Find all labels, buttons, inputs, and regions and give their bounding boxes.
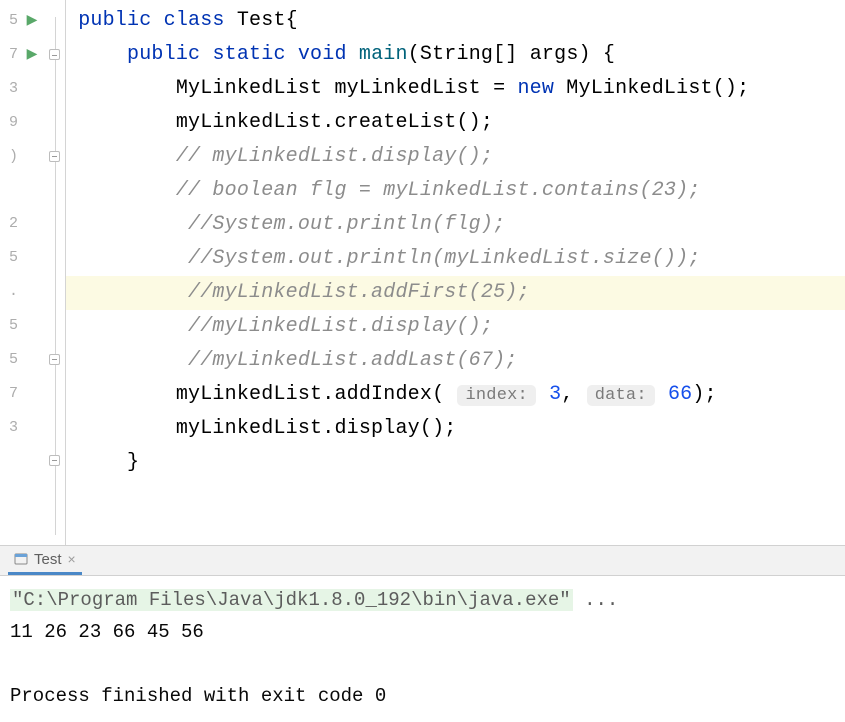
close-icon[interactable]: × xyxy=(68,551,76,567)
code-line[interactable]: //myLinkedList.display(); xyxy=(66,310,845,344)
run-config-icon xyxy=(14,552,28,566)
code-line[interactable] xyxy=(66,480,845,514)
code-line[interactable]: // boolean flg = myLinkedList.contains(2… xyxy=(66,174,845,208)
code-line[interactable]: myLinkedList.addIndex( index: 3, data: 6… xyxy=(66,378,845,412)
code-line[interactable]: //System.out.println(flg); xyxy=(66,208,845,242)
code-content[interactable]: public class Test{ public static void ma… xyxy=(66,0,845,545)
code-line[interactable]: //myLinkedList.addLast(67); xyxy=(66,344,845,378)
code-line-highlighted[interactable]: //myLinkedList.addFirst(25); xyxy=(66,276,845,310)
code-line[interactable]: // myLinkedList.display(); xyxy=(66,140,845,174)
console-exit-message: Process finished with exit code 0 xyxy=(10,680,835,712)
console-command: "C:\Program Files\Java\jdk1.8.0_192\bin\… xyxy=(10,589,573,611)
run-class-icon[interactable]: ▶ xyxy=(27,12,38,29)
code-line[interactable]: } xyxy=(66,446,845,480)
parameter-hint: data: xyxy=(587,385,655,406)
fold-handle-icon[interactable] xyxy=(49,49,60,60)
console-stdout: 11 26 23 66 45 56 xyxy=(10,616,835,648)
fold-handle-icon[interactable] xyxy=(49,151,60,162)
code-line[interactable]: MyLinkedList myLinkedList = new MyLinked… xyxy=(66,72,845,106)
run-method-icon[interactable]: ▶ xyxy=(27,46,38,63)
fold-gutter xyxy=(44,0,66,545)
code-line[interactable]: public static void main(String[] args) { xyxy=(66,38,845,72)
console-output[interactable]: "C:\Program Files\Java\jdk1.8.0_192\bin\… xyxy=(0,576,845,722)
parameter-hint: index: xyxy=(457,385,535,406)
fold-handle-icon[interactable] xyxy=(49,455,60,466)
run-icon-gutter: ▶ ▶ xyxy=(20,0,44,545)
line-number-gutter: 5 7 3 9 ) 2 5 . 5 5 7 3 xyxy=(0,0,20,545)
code-line[interactable]: myLinkedList.display(); xyxy=(66,412,845,446)
fold-handle-icon[interactable] xyxy=(49,354,60,365)
code-line[interactable]: //System.out.println(myLinkedList.size()… xyxy=(66,242,845,276)
editor-area: 5 7 3 9 ) 2 5 . 5 5 7 3 ▶ ▶ publ xyxy=(0,0,845,545)
code-line[interactable] xyxy=(66,514,845,548)
console-tab-label: Test xyxy=(34,551,62,568)
console-tab[interactable]: Test × xyxy=(8,547,82,575)
console-tab-bar: Test × xyxy=(0,546,845,576)
run-console-panel: Test × "C:\Program Files\Java\jdk1.8.0_1… xyxy=(0,545,845,722)
code-line[interactable]: myLinkedList.createList(); xyxy=(66,106,845,140)
code-line[interactable]: public class Test{ xyxy=(66,4,845,38)
